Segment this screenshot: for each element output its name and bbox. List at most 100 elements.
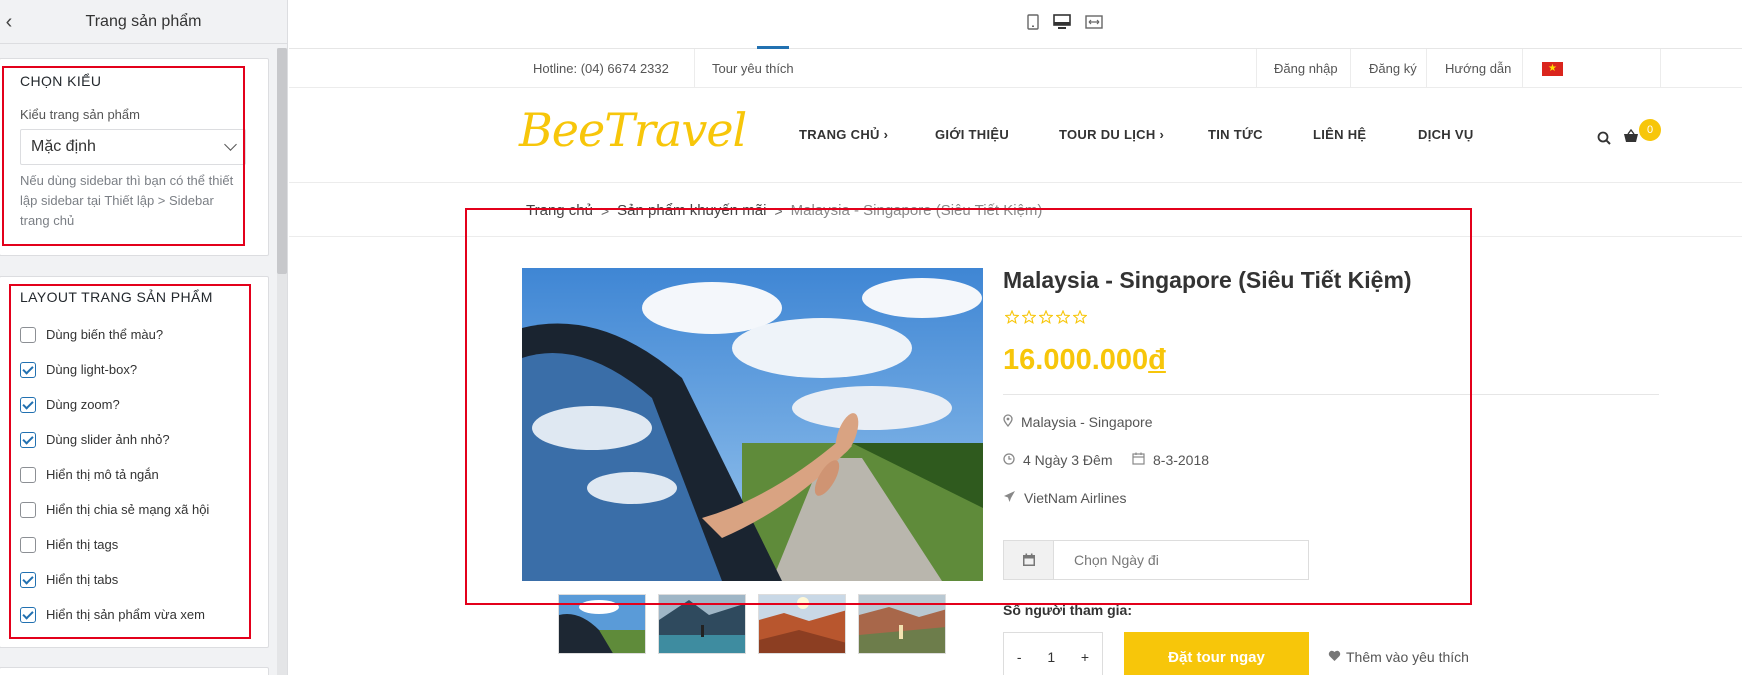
option-color-variants[interactable]: Dùng biến thể màu? bbox=[20, 317, 260, 352]
people-count-label: Số người tham gia: bbox=[1003, 602, 1132, 618]
quantity-stepper: - 1 + bbox=[1003, 632, 1103, 675]
breadcrumb-category[interactable]: Sản phẩm khuyến mãi bbox=[617, 202, 766, 219]
checkbox-unchecked[interactable] bbox=[20, 326, 36, 343]
checkbox-unchecked[interactable] bbox=[20, 501, 36, 518]
product-style-select[interactable]: Mặc định bbox=[20, 129, 246, 165]
checkbox-checked[interactable] bbox=[20, 396, 36, 413]
breadcrumb-home[interactable]: Trang chủ bbox=[526, 202, 593, 219]
mobile-icon[interactable] bbox=[1022, 10, 1044, 34]
option-thumb-slider[interactable]: Dùng slider ảnh nhỏ? bbox=[20, 422, 260, 457]
nav-home[interactable]: TRANG CHỦ › bbox=[799, 127, 888, 142]
divider bbox=[1660, 49, 1661, 88]
site-logo[interactable]: BeeTravel bbox=[519, 103, 747, 157]
option-tabs[interactable]: Hiển thị tabs bbox=[20, 562, 260, 597]
nav-tours[interactable]: TOUR DU LỊCH › bbox=[1059, 127, 1164, 142]
option-zoom[interactable]: Dùng zoom? bbox=[20, 387, 260, 422]
login-link[interactable]: Đăng nhập bbox=[1274, 49, 1338, 88]
quantity-increase-button[interactable]: + bbox=[1081, 649, 1089, 665]
rating-stars bbox=[1004, 309, 1088, 329]
plane-icon bbox=[1003, 490, 1016, 506]
layout-options-list: Dùng biến thể màu? Dùng light-box? Dùng … bbox=[20, 317, 260, 632]
breadcrumb: Trang chủ > Sản phẩm khuyến mãi > Malays… bbox=[526, 202, 1042, 219]
vietnam-flag-icon[interactable]: ★ bbox=[1542, 62, 1563, 76]
checkbox-unchecked[interactable] bbox=[20, 536, 36, 553]
option-label: Hiển thị sản phẩm vừa xem bbox=[46, 607, 205, 622]
add-to-wishlist-link[interactable]: Thêm vào yêu thích bbox=[1328, 649, 1469, 665]
departure-date-picker[interactable] bbox=[1003, 540, 1309, 580]
currency-symbol: đ bbox=[1148, 344, 1166, 376]
layout-panel: LAYOUT TRANG SẢN PHẨM Dùng biến thể màu?… bbox=[0, 276, 269, 648]
sidebar-title: Trang sản phẩm bbox=[85, 12, 202, 30]
thumbnail[interactable] bbox=[858, 594, 946, 654]
option-recently-viewed[interactable]: Hiển thị sản phẩm vừa xem bbox=[20, 597, 260, 632]
book-tour-button[interactable]: Đặt tour ngay bbox=[1124, 632, 1309, 675]
divider bbox=[1522, 49, 1523, 88]
calendar-icon[interactable] bbox=[1004, 541, 1054, 579]
thumbnail[interactable] bbox=[558, 594, 646, 654]
favorite-tours-link[interactable]: Tour yêu thích bbox=[712, 49, 794, 88]
product-price: 16.000.000đ bbox=[1003, 344, 1166, 377]
airline-row: VietNam Airlines bbox=[1003, 490, 1126, 506]
star-icon bbox=[1038, 309, 1054, 329]
nav-label: DỊCH VỤ bbox=[1418, 127, 1474, 142]
nav-about[interactable]: GIỚI THIỆU bbox=[935, 127, 1009, 142]
date-text: 8-3-2018 bbox=[1153, 452, 1210, 468]
site-topbar: Hotline: (04) 6674 2332 Tour yêu thích Đ… bbox=[289, 49, 1742, 88]
option-tags[interactable]: Hiển thị tags bbox=[20, 527, 260, 562]
option-label: Dùng light-box? bbox=[46, 362, 138, 377]
thumbnail-strip bbox=[558, 594, 946, 654]
cart-icon[interactable] bbox=[1623, 128, 1639, 148]
departure-date-input[interactable] bbox=[1054, 541, 1308, 579]
airline-text: VietNam Airlines bbox=[1024, 490, 1127, 506]
cart-count-badge: 0 bbox=[1639, 119, 1661, 141]
destination-text: Malaysia - Singapore bbox=[1021, 414, 1153, 430]
register-link[interactable]: Đăng ký bbox=[1369, 49, 1417, 88]
search-icon[interactable] bbox=[1597, 131, 1611, 150]
customizer-sidebar: ‹ Trang sản phẩm CHỌN KIỂU Kiểu trang sả… bbox=[0, 0, 288, 675]
nav-label: LIÊN HỆ bbox=[1313, 127, 1367, 142]
preview-device-bar bbox=[289, 0, 1742, 49]
product-style-value: Mặc định bbox=[31, 138, 96, 155]
checkbox-unchecked[interactable] bbox=[20, 466, 36, 483]
quantity-decrease-button[interactable]: - bbox=[1017, 649, 1022, 665]
nav-label: GIỚI THIỆU bbox=[935, 127, 1010, 142]
option-lightbox[interactable]: Dùng light-box? bbox=[20, 352, 260, 387]
checkbox-checked[interactable] bbox=[20, 361, 36, 378]
date-row: 8-3-2018 bbox=[1132, 452, 1209, 468]
desktop-icon[interactable] bbox=[1051, 10, 1073, 34]
site-preview: Hotline: (04) 6674 2332 Tour yêu thích Đ… bbox=[289, 49, 1742, 675]
full-width-icon[interactable] bbox=[1083, 10, 1105, 34]
thumbnail[interactable] bbox=[758, 594, 846, 654]
style-panel: CHỌN KIỂU Kiểu trang sản phẩm Mặc định N… bbox=[0, 58, 269, 256]
sidebar-scrollbar[interactable] bbox=[277, 48, 287, 274]
nav-contact[interactable]: LIÊN HỆ bbox=[1313, 127, 1366, 142]
calendar-icon bbox=[1132, 452, 1145, 468]
hotline[interactable]: Hotline: (04) 6674 2332 bbox=[533, 49, 669, 88]
guide-link[interactable]: Hướng dẫn bbox=[1445, 49, 1511, 88]
checkbox-checked[interactable] bbox=[20, 606, 36, 623]
star-icon bbox=[1004, 309, 1020, 329]
product-main-image[interactable] bbox=[522, 268, 983, 581]
option-label: Hiển thị chia sẻ mạng xã hội bbox=[46, 502, 210, 517]
divider bbox=[1003, 394, 1659, 395]
option-social-share[interactable]: Hiển thị chia sẻ mạng xã hội bbox=[20, 492, 260, 527]
chevron-down-icon bbox=[224, 138, 237, 151]
product-title: Malaysia - Singapore (Siêu Tiết Kiệm) bbox=[1003, 267, 1412, 293]
star-icon bbox=[1055, 309, 1071, 329]
option-short-desc[interactable]: Hiển thị mô tả ngắn bbox=[20, 457, 260, 492]
heart-icon bbox=[1328, 649, 1341, 665]
nav-news[interactable]: TIN TỨC bbox=[1208, 127, 1263, 142]
nav-label: TIN TỨC bbox=[1208, 127, 1263, 142]
divider bbox=[289, 236, 1742, 237]
thumbnail[interactable] bbox=[658, 594, 746, 654]
nav-services[interactable]: DỊCH VỤ bbox=[1418, 127, 1474, 142]
back-arrow-icon[interactable]: ‹ bbox=[0, 0, 18, 44]
destination-row: Malaysia - Singapore bbox=[1003, 414, 1153, 430]
map-pin-icon bbox=[1003, 414, 1013, 430]
clock-icon bbox=[1003, 452, 1015, 468]
breadcrumb-separator: > bbox=[774, 202, 783, 219]
checkbox-checked[interactable] bbox=[20, 431, 36, 448]
checkbox-checked[interactable] bbox=[20, 571, 36, 588]
style-panel-title: CHỌN KIỂU bbox=[20, 73, 102, 89]
quantity-value[interactable]: 1 bbox=[1047, 649, 1055, 665]
